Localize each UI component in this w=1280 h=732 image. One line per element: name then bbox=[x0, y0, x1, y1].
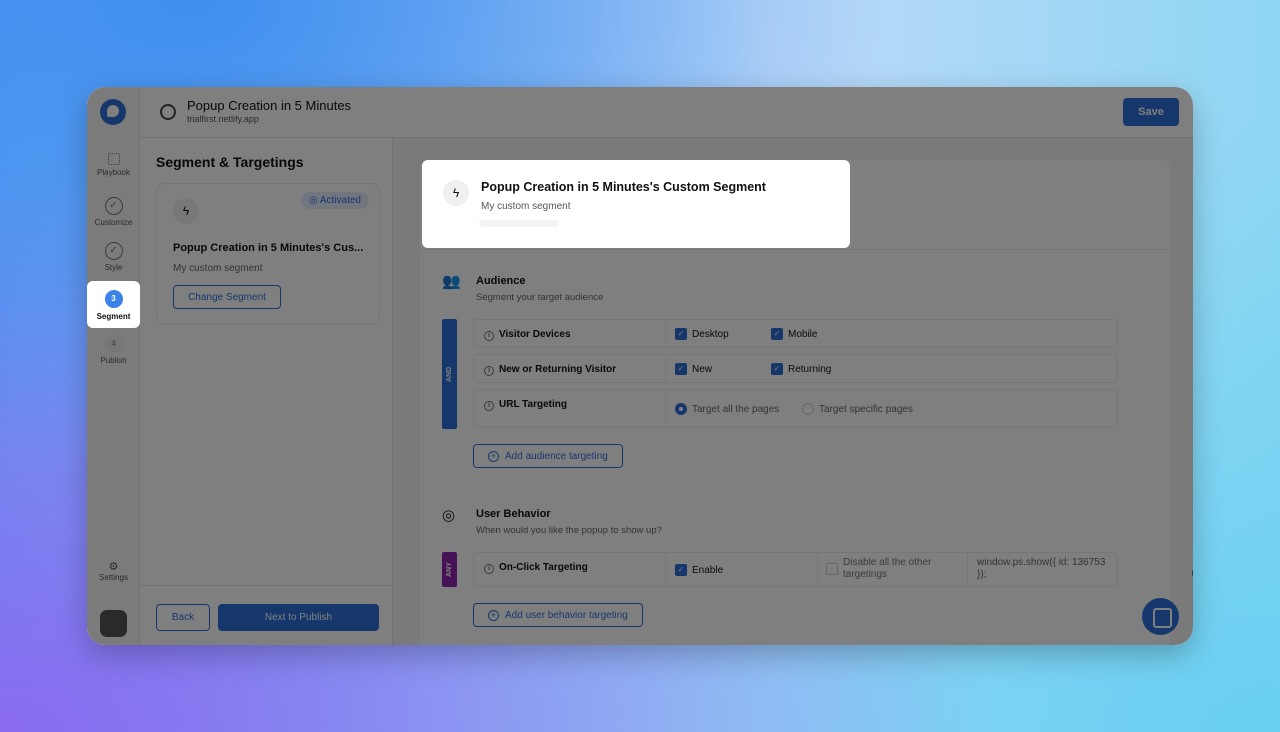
sidebar-item-segment[interactable]: 3 Segment bbox=[87, 281, 140, 328]
bolt-icon: ϟ bbox=[443, 180, 469, 206]
step-number: 3 bbox=[104, 290, 123, 308]
placeholder-bar bbox=[479, 220, 559, 227]
nav-label: Segment bbox=[96, 312, 131, 321]
popover-subtitle: My custom segment bbox=[481, 201, 571, 212]
app-window: Playbook ✓Customize ✓Style 4Publish ⚙Set… bbox=[87, 87, 1193, 645]
popover-title: Popup Creation in 5 Minutes's Custom Seg… bbox=[481, 180, 766, 194]
segment-popover: ϟ Popup Creation in 5 Minutes's Custom S… bbox=[422, 160, 850, 248]
